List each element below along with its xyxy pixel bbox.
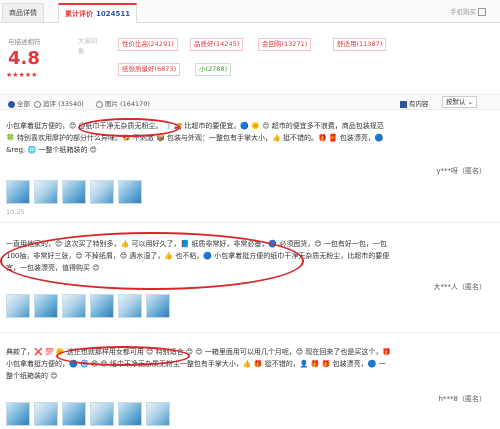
review-image[interactable] — [90, 402, 114, 426]
review-item: 小包拿着挺方便的，😊 @纸巾干净无杂质无粉尘。🧻 🚚 比超市的要便宜。🔵 🌞 😊… — [0, 112, 500, 223]
tag-comfortable[interactable]: 舒适用(11387) — [333, 38, 387, 51]
review-item: 一直用他家的，😊 这次买了特别多，👍 可以用好久了，📘 纸质非常好，非常必备，🔵… — [0, 232, 500, 333]
tab-product-details[interactable]: 商品详情 — [2, 3, 44, 22]
review-image[interactable] — [118, 294, 142, 318]
review-image[interactable] — [146, 294, 170, 318]
radio-dot — [8, 100, 15, 108]
review-user: h***8（匿名） — [438, 395, 486, 403]
qr-code-icon — [478, 8, 486, 16]
filter-append[interactable]: 追评 (33540) — [34, 98, 84, 108]
tag-small[interactable]: 小(2788) — [195, 63, 232, 76]
review-date: 10.25 — [6, 208, 25, 216]
review-image[interactable] — [6, 180, 30, 204]
rating-stars: ★★★★★ — [6, 71, 38, 79]
review-user: y***呀（匿名） — [436, 167, 486, 175]
highlight-circle — [56, 346, 190, 366]
tag-value[interactable]: 性价比高(24291) — [118, 38, 178, 51]
review-image[interactable] — [62, 294, 86, 318]
radio-dot — [96, 100, 103, 108]
review-text: 小包拿着挺方便的，😊 @纸巾干净无杂质无粉尘。🧻 🚚 比超市的要便宜。🔵 🌞 😊… — [6, 122, 384, 154]
review-images — [6, 294, 174, 318]
tab-reviews[interactable]: 累计评价 1024511 — [58, 3, 138, 23]
rating-label: 与描述相符 — [8, 38, 41, 46]
has-content-checkbox[interactable]: 有内容 — [400, 98, 429, 108]
tab-reviews-label: 累计评价 — [65, 10, 93, 18]
review-image[interactable] — [6, 402, 30, 426]
mobile-buy-link[interactable]: 手机购买 — [450, 6, 486, 16]
review-item: 典款了，❌ 💯 🌞 这正也就那样用女都可用 😊 特别适合 😊 😊 一箱里面用可以… — [0, 340, 500, 429]
mobile-buy-label: 手机购买 — [450, 8, 476, 16]
checkbox-icon — [400, 100, 407, 108]
review-image[interactable] — [90, 180, 114, 204]
filter-all[interactable]: 全部 — [8, 98, 30, 108]
review-image[interactable] — [118, 402, 142, 426]
review-image[interactable] — [34, 294, 58, 318]
review-image[interactable] — [62, 180, 86, 204]
tag-rebuy[interactable]: 会回购(13271) — [258, 38, 312, 51]
review-images — [6, 180, 146, 204]
filter-all-label: 全部 — [17, 100, 30, 108]
radio-dot — [34, 100, 41, 108]
sort-dropdown[interactable]: 按默认 ⌄ — [442, 96, 478, 108]
filter-bar: 全部 追评 (33540) 图片 (164170) 有内容 按默认 ⌄ — [0, 94, 500, 110]
review-image[interactable] — [62, 402, 86, 426]
review-image[interactable] — [90, 294, 114, 318]
review-image[interactable] — [146, 402, 170, 426]
filter-append-label: 追评 (33540) — [43, 100, 84, 108]
review-image[interactable] — [6, 294, 30, 318]
highlight-circle — [78, 118, 180, 137]
review-images — [6, 402, 174, 426]
rating-summary: 与描述相符 4.8 ★★★★★ 大家印象 性价比高(24291) 品质好(142… — [0, 28, 500, 86]
tag-quality[interactable]: 品质好(14245) — [190, 38, 244, 51]
rating-score: 4.8 — [8, 48, 40, 69]
filter-images-label: 图片 (164170) — [105, 100, 150, 108]
highlight-circle — [0, 232, 304, 290]
tab-bar: 商品详情 累计评价 1024511 手机购买 — [0, 0, 500, 23]
review-count: 1024511 — [96, 10, 131, 18]
review-image[interactable] — [34, 180, 58, 204]
review-image[interactable] — [34, 402, 58, 426]
has-content-label: 有内容 — [409, 100, 429, 108]
tag-paper-quality[interactable]: 纸张质量好(6873) — [118, 63, 181, 76]
impression-label: 大家印象 — [78, 37, 98, 55]
filter-images[interactable]: 图片 (164170) — [96, 98, 150, 108]
review-user: 大***人（匿名） — [433, 283, 487, 291]
review-image[interactable] — [118, 180, 142, 204]
